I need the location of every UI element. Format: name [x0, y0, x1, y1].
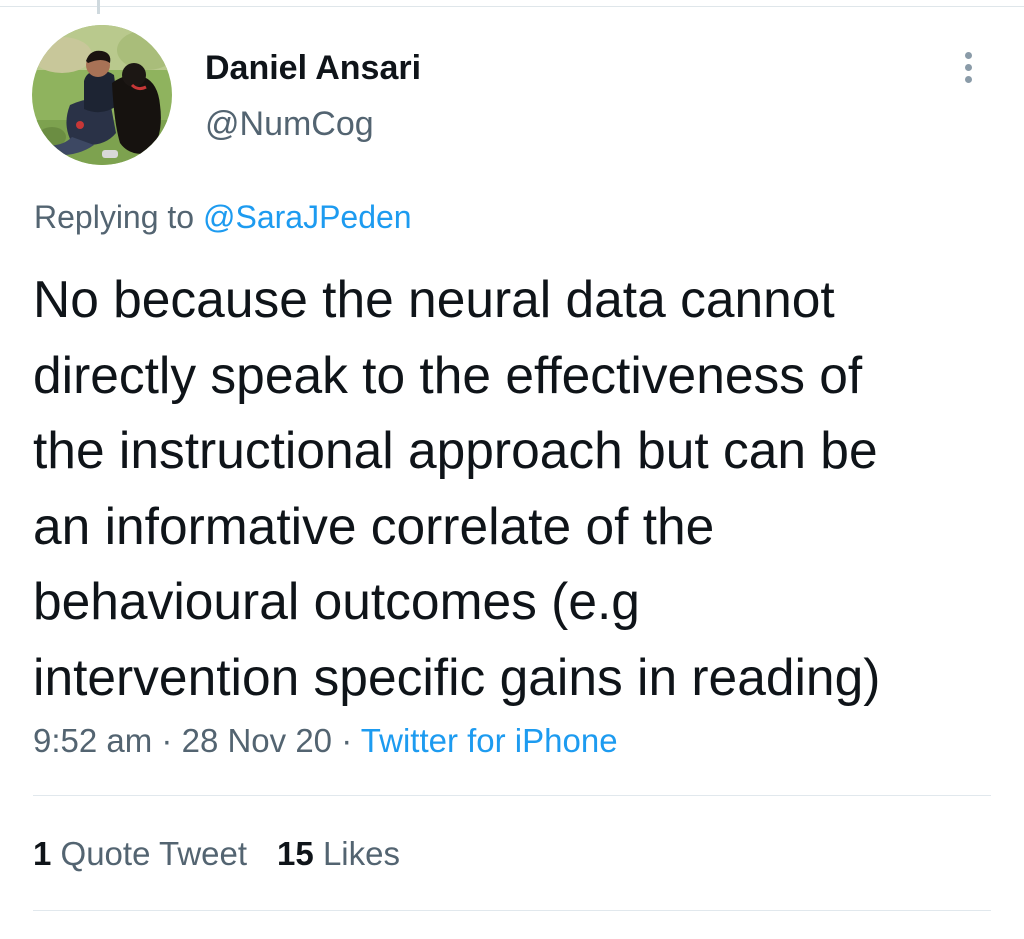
tweet-date[interactable]: 28 Nov 20 — [182, 722, 332, 759]
replying-to-label: Replying to — [34, 199, 195, 235]
more-vertical-icon-dot — [965, 64, 972, 71]
tweet-text-line: behavioural outcomes (e.g — [33, 572, 640, 630]
stats-bottom-divider — [33, 910, 991, 911]
tweet-metadata: 9:52 am · 28 Nov 20 · Twitter for iPhone — [33, 720, 618, 762]
stats-top-divider — [33, 795, 991, 796]
tweet-text-line: an informative correlate of the — [33, 496, 715, 555]
author-display-name[interactable]: Daniel Ansari — [205, 48, 421, 88]
quote-count: 1 — [33, 835, 52, 872]
tweet-text-line: directly speak to the effectiveness of — [33, 345, 863, 404]
tweet-source-link[interactable]: Twitter for iPhone — [361, 722, 618, 759]
tweet-text-line: No because the neural data cannot — [33, 270, 835, 328]
tweet-text: No because the neural data cannot direct… — [33, 262, 1008, 715]
tweet-text-line: intervention specific gains in reading) — [33, 647, 881, 706]
meta-separator: · — [161, 722, 173, 759]
like-count: 15 — [277, 835, 314, 872]
replying-to: Replying to @SaraJPeden — [34, 197, 412, 237]
like-label: Likes — [322, 835, 400, 872]
meta-separator: · — [341, 722, 353, 759]
more-vertical-icon-dot — [965, 76, 972, 83]
top-divider — [0, 6, 1024, 7]
tweet-time[interactable]: 9:52 am — [33, 722, 152, 759]
more-vertical-icon — [965, 52, 972, 59]
author-handle[interactable]: @NumCog — [205, 104, 374, 144]
tweet-detail: Daniel Ansari @NumCog Replying to @SaraJ… — [0, 0, 1024, 939]
quote-tweets-stat[interactable]: 1 Quote Tweet — [33, 833, 247, 875]
tweet-stats: 1 Quote Tweet 15 Likes — [33, 833, 400, 875]
tweet-text-line: the instructional approach but can be — [33, 421, 878, 479]
profile-photo-icon — [32, 25, 172, 165]
thread-connector — [97, 0, 100, 14]
replying-to-handle-link[interactable]: @SaraJPeden — [203, 199, 412, 235]
more-options-button[interactable] — [955, 46, 983, 86]
likes-stat[interactable]: 15 Likes — [277, 833, 400, 875]
avatar[interactable] — [32, 25, 172, 165]
quote-label: Quote Tweet — [60, 835, 248, 872]
